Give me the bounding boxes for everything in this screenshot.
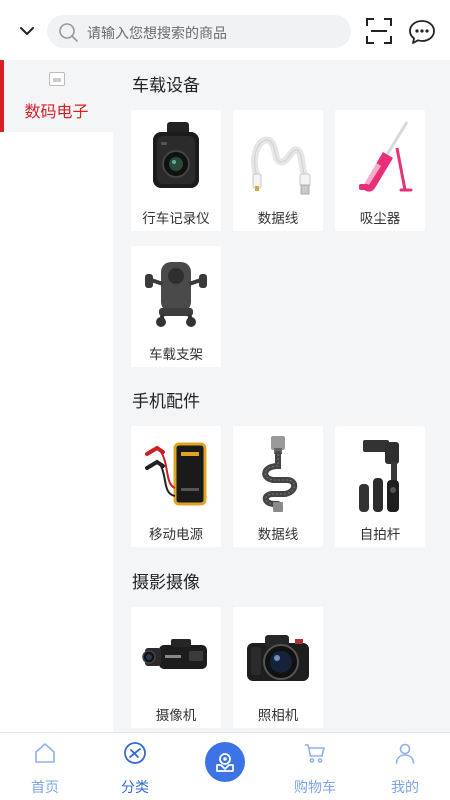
- product-card[interactable]: 数据线: [233, 426, 323, 547]
- top-bar: 请输入您想搜索的商品: [0, 0, 450, 60]
- product-name: 摄像机: [155, 708, 197, 724]
- product-name: 行车记录仪: [142, 211, 210, 227]
- section-title: 摄影摄像: [132, 573, 200, 593]
- dashcam-icon: [153, 122, 199, 188]
- chevron-down-icon[interactable]: [16, 20, 38, 42]
- nav-label: 分类: [121, 780, 149, 796]
- nav-profile[interactable]: 我的: [360, 733, 450, 800]
- product-card[interactable]: 行车记录仪: [131, 110, 221, 231]
- product-name: 自拍杆: [359, 527, 401, 543]
- camera-icon: [247, 635, 309, 681]
- camcorder-icon: [142, 639, 207, 669]
- search-input[interactable]: 请输入您想搜索的商品: [87, 23, 227, 43]
- user-icon: [395, 743, 415, 764]
- phone-mount-icon: [145, 262, 207, 327]
- product-card[interactable]: 照相机: [233, 607, 323, 728]
- center-action-icon: [216, 753, 234, 772]
- product-card[interactable]: 吸尘器: [335, 110, 425, 231]
- product-card[interactable]: 自拍杆: [335, 426, 425, 547]
- search-bar[interactable]: 请输入您想搜索的商品: [47, 15, 351, 48]
- nav-home[interactable]: 首页: [0, 733, 90, 800]
- scan-icon[interactable]: [366, 18, 392, 44]
- product-name: 车载支架: [149, 347, 203, 363]
- cart-icon: [305, 744, 325, 763]
- section-title: 车载设备: [132, 76, 200, 96]
- category-sidebar: 数码电子: [0, 60, 113, 732]
- product-name: 数据线: [257, 211, 299, 227]
- nav-label: 购物车: [294, 780, 336, 796]
- image-placeholder-icon: [49, 72, 65, 86]
- message-icon[interactable]: [408, 18, 436, 46]
- usb-cable-icon: [251, 136, 311, 195]
- nav-label: 首页: [31, 780, 59, 796]
- section-title: 手机配件: [132, 392, 200, 412]
- search-icon: [59, 23, 78, 42]
- jump-starter-icon: [145, 442, 207, 506]
- braided-cable-icon: [262, 436, 298, 512]
- center-action-button[interactable]: [205, 742, 245, 782]
- gimbal-icon: [359, 440, 399, 512]
- product-name: 移动电源: [149, 527, 203, 543]
- product-card[interactable]: 摄像机: [131, 607, 221, 728]
- bottom-nav: 首页 分类 购物车 我的: [0, 732, 450, 800]
- sidebar-item-label: 数码电子: [24, 102, 89, 121]
- home-icon: [35, 743, 55, 763]
- product-name: 照相机: [257, 708, 299, 724]
- nav-label: 我的: [391, 780, 419, 796]
- category-content: 车载设备 行车记录仪 数据线 吸尘器 车载支架 手机配件 移动电源 数据线 自拍…: [113, 60, 450, 732]
- product-name: 吸尘器: [359, 211, 401, 227]
- vacuum-icon: [359, 121, 413, 192]
- sidebar-item-digital[interactable]: 数码电子: [0, 60, 113, 132]
- product-card[interactable]: 移动电源: [131, 426, 221, 547]
- product-name: 数据线: [257, 527, 299, 543]
- product-card[interactable]: 车载支架: [131, 246, 221, 367]
- nav-category[interactable]: 分类: [90, 733, 180, 800]
- category-icon: [124, 742, 146, 764]
- product-card[interactable]: 数据线: [233, 110, 323, 231]
- nav-cart[interactable]: 购物车: [270, 733, 360, 800]
